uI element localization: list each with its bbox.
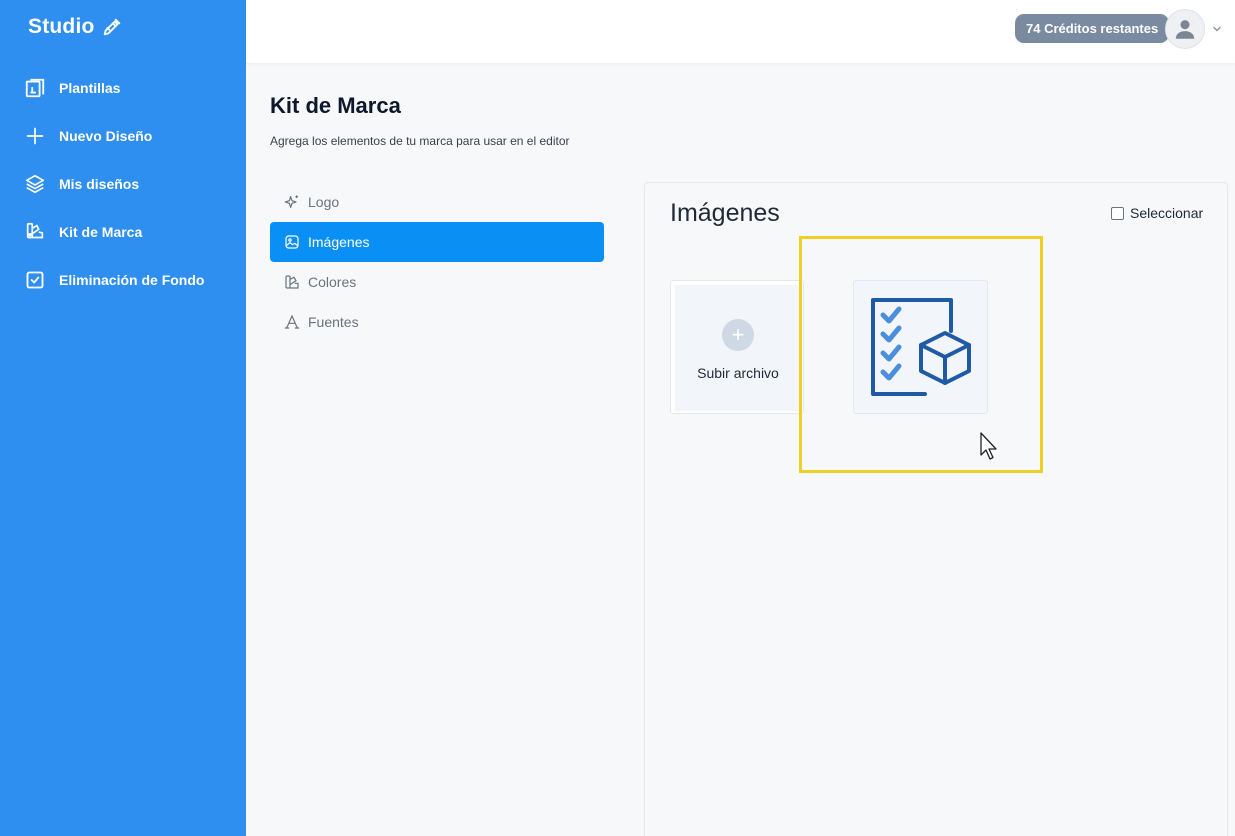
checklist-box-icon	[870, 298, 971, 396]
submenu-item-label: Imágenes	[308, 234, 370, 250]
sidebar-item-eliminacion-de-fondo[interactable]: Eliminación de Fondo	[0, 256, 246, 304]
page-subtitle: Agrega los elementos de tu marca para us…	[270, 134, 570, 148]
upload-label: Subir archivo	[697, 365, 779, 381]
select-toggle[interactable]: Seleccionar	[1111, 205, 1203, 221]
sidebar-item-label: Kit de Marca	[59, 224, 143, 240]
brand-kit-submenu: Logo Imágenes Colores Fuentes	[270, 182, 604, 342]
sidebar-item-label: Plantillas	[59, 80, 121, 96]
palette-icon	[284, 274, 300, 290]
checkbox-icon	[24, 269, 46, 291]
sidebar-item-plantillas[interactable]: Plantillas	[0, 64, 246, 112]
layers-icon	[24, 173, 46, 195]
avatar[interactable]	[1165, 9, 1205, 49]
plus-circle-icon: +	[722, 319, 754, 351]
upload-area[interactable]: + Subir archivo	[675, 285, 801, 411]
submenu-item-colores[interactable]: Colores	[270, 262, 604, 302]
user-icon	[1175, 20, 1195, 39]
chevron-down-icon[interactable]	[1211, 23, 1223, 35]
brand-logo[interactable]: Studio	[28, 15, 123, 39]
top-header: 74 Créditos restantes	[246, 0, 1235, 63]
sidebar-item-nuevo-diseno[interactable]: Nuevo Diseño	[0, 112, 246, 160]
sparkle-icon	[284, 194, 300, 210]
sidebar-item-mis-disenos[interactable]: Mis diseños	[0, 160, 246, 208]
page-title: Kit de Marca	[270, 93, 401, 118]
submenu-item-label: Colores	[308, 274, 357, 290]
submenu-item-label: Logo	[308, 194, 340, 210]
sidebar: Studio Plantillas Nuevo Diseño Mis diseñ…	[0, 0, 246, 836]
plus-icon	[24, 125, 46, 147]
images-panel: Imágenes Seleccionar + Subir archivo	[644, 182, 1228, 836]
sidebar-nav: Plantillas Nuevo Diseño Mis diseños Kit …	[0, 64, 246, 304]
select-label: Seleccionar	[1130, 205, 1204, 221]
brand-kit-icon	[24, 221, 46, 243]
brand-name: Studio	[28, 15, 95, 38]
panel-title: Imágenes	[670, 199, 780, 227]
select-checkbox[interactable]	[1111, 206, 1124, 220]
upload-file-button[interactable]: + Subir archivo	[670, 280, 804, 414]
pen-tool-icon	[103, 18, 120, 36]
mouse-cursor-icon	[980, 432, 997, 460]
submenu-item-label: Fuentes	[308, 314, 359, 330]
image-icon	[284, 234, 300, 250]
font-icon	[284, 314, 300, 330]
credits-badge[interactable]: 74 Créditos restantes	[1015, 14, 1170, 43]
submenu-item-fuentes[interactable]: Fuentes	[270, 302, 604, 342]
image-thumbnail[interactable]	[853, 280, 988, 414]
sidebar-item-label: Nuevo Diseño	[59, 128, 153, 144]
sidebar-item-kit-de-marca[interactable]: Kit de Marca	[0, 208, 246, 256]
submenu-item-logo[interactable]: Logo	[270, 182, 604, 222]
sidebar-item-label: Eliminación de Fondo	[59, 272, 205, 288]
sidebar-item-label: Mis diseños	[59, 176, 140, 192]
templates-icon	[24, 77, 46, 99]
submenu-item-imagenes[interactable]: Imágenes	[270, 222, 604, 262]
